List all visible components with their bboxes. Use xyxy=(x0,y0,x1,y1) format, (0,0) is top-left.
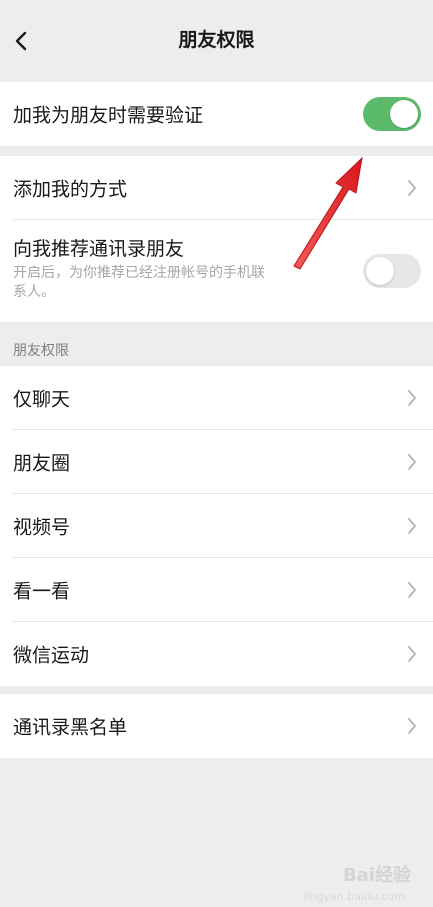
chevron-right-icon xyxy=(408,180,416,196)
add-method-row[interactable]: 添加我的方式 xyxy=(0,156,433,220)
friend-permissions-page: 朋友权限 加我为朋友时需要验证 添加我的方式 向我推荐通讯录朋友 开启后，为你推… xyxy=(0,0,433,907)
blacklist-group: 通讯录黑名单 xyxy=(0,694,433,758)
verify-row[interactable]: 加我为朋友时需要验证 xyxy=(0,82,433,146)
chevron-right-icon xyxy=(408,582,416,598)
toggle-knob xyxy=(390,100,418,128)
list-item-label: 微信运动 xyxy=(13,644,90,667)
permissions-group: 仅聊天 朋友圈 视频号 看一看 微信运动 xyxy=(0,366,433,686)
blacklist-row[interactable]: 通讯录黑名单 xyxy=(0,694,433,758)
recommend-description: 开启后，为你推荐已经注册帐号的手机联系人。 xyxy=(13,265,265,300)
chevron-right-icon xyxy=(408,390,416,406)
recommend-contacts-row[interactable]: 向我推荐通讯录朋友 开启后，为你推荐已经注册帐号的手机联系人。 xyxy=(0,220,433,322)
list-item-label: 朋友圈 xyxy=(13,452,71,475)
chevron-right-icon xyxy=(408,718,416,734)
chevron-right-icon xyxy=(408,646,416,662)
list-item-label: 看一看 xyxy=(13,580,71,603)
watermark-url: jingyan.baidu.com xyxy=(303,890,405,903)
chevron-right-icon xyxy=(408,454,416,470)
recommend-title: 向我推荐通讯录朋友 xyxy=(13,238,185,260)
verify-toggle[interactable] xyxy=(363,97,421,131)
permission-item-werun[interactable]: 微信运动 xyxy=(0,622,433,686)
blacklist-label: 通讯录黑名单 xyxy=(13,716,128,739)
watermark-logo: Bai经验 xyxy=(342,865,411,886)
add-method-label: 添加我的方式 xyxy=(13,178,128,201)
chevron-right-icon xyxy=(408,518,416,534)
nav-bar: 朋友权限 xyxy=(0,0,433,80)
list-item-label: 仅聊天 xyxy=(13,388,71,411)
verify-label: 加我为朋友时需要验证 xyxy=(13,104,204,127)
permission-item-chat-only[interactable]: 仅聊天 xyxy=(0,366,433,430)
toggle-knob xyxy=(366,257,394,285)
list-item-label: 视频号 xyxy=(13,516,71,539)
verify-group: 加我为朋友时需要验证 xyxy=(0,82,433,146)
page-title: 朋友权限 xyxy=(178,29,255,51)
section-header-permissions: 朋友权限 xyxy=(13,343,69,359)
permission-item-channels[interactable]: 视频号 xyxy=(0,494,433,558)
add-group: 添加我的方式 向我推荐通讯录朋友 开启后，为你推荐已经注册帐号的手机联系人。 xyxy=(0,156,433,322)
recommend-toggle[interactable] xyxy=(363,254,421,288)
permission-item-top-stories[interactable]: 看一看 xyxy=(0,558,433,622)
permission-item-moments[interactable]: 朋友圈 xyxy=(0,430,433,494)
